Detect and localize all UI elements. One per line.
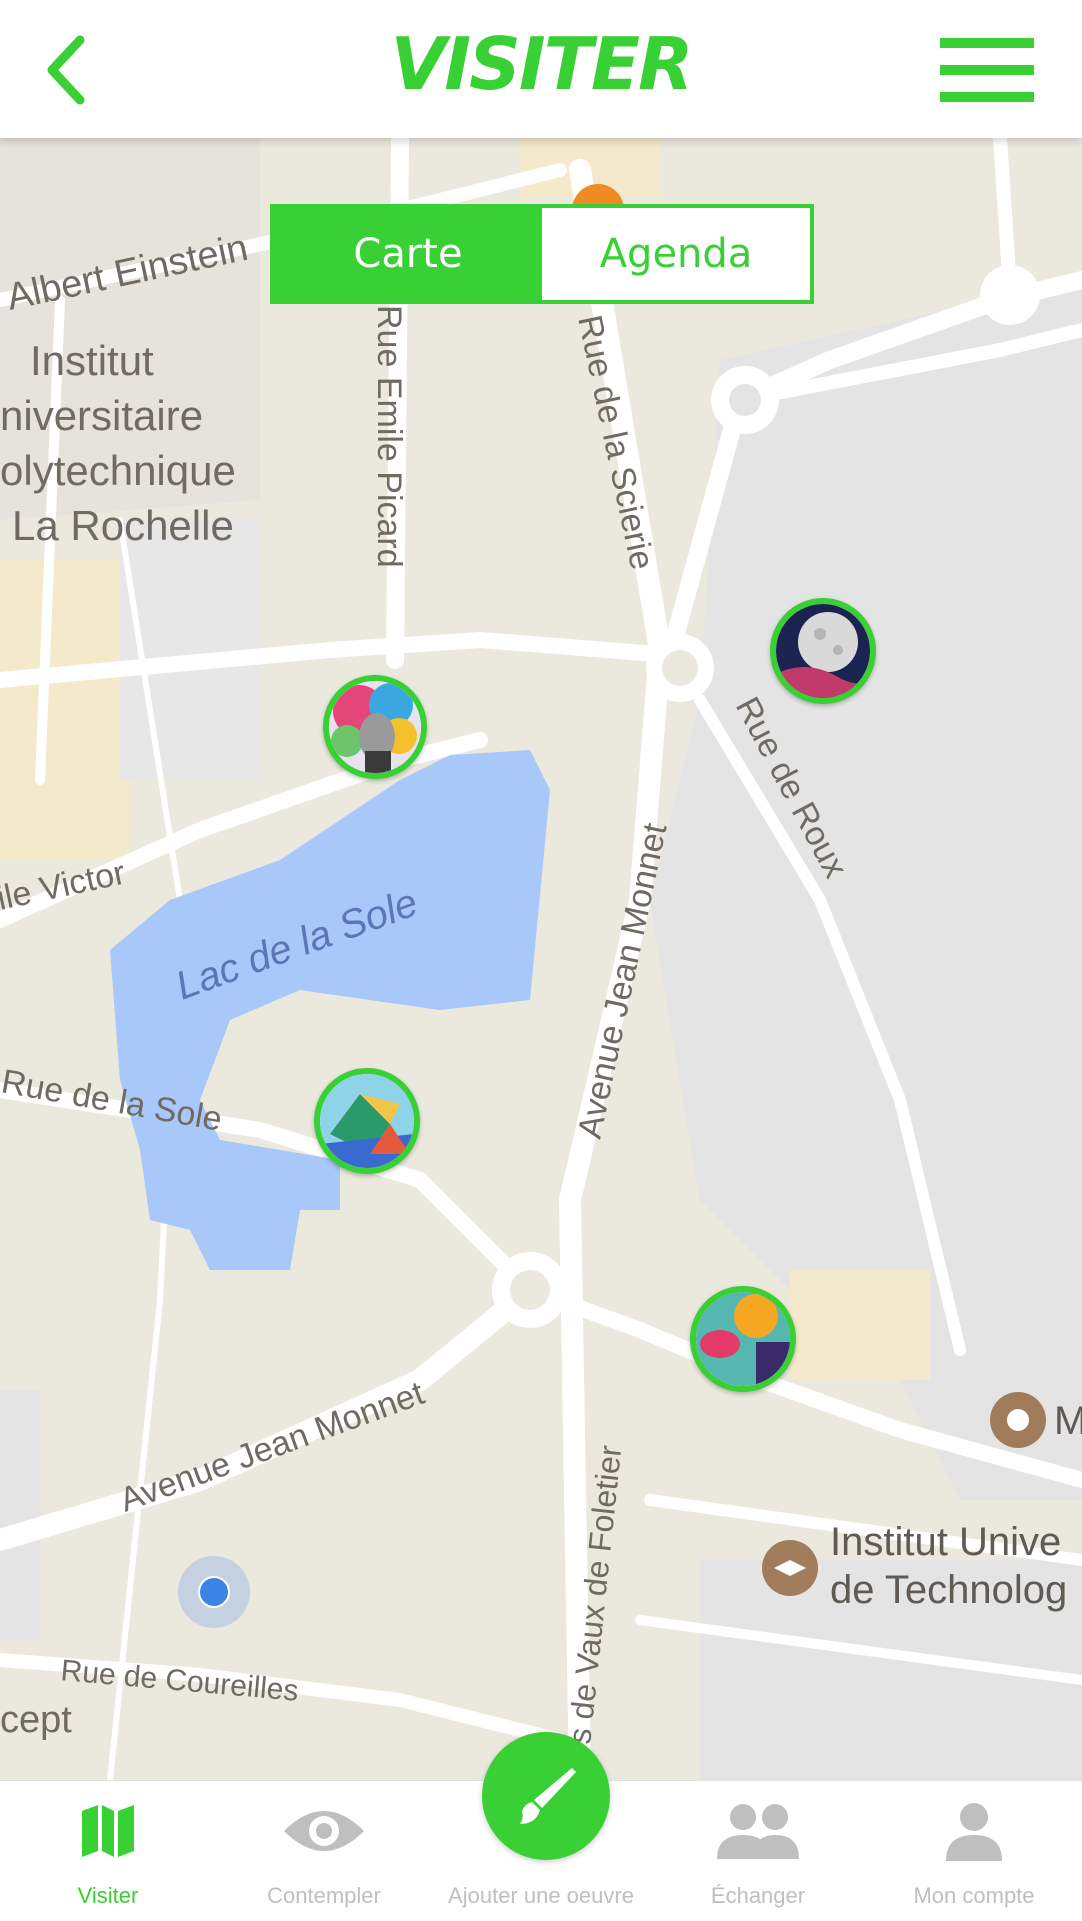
artwork-marker-moon[interactable]: [770, 598, 876, 704]
nav-label-contempler: Contempler: [267, 1883, 381, 1908]
nav-mon-compte[interactable]: Mon compte: [866, 1781, 1082, 1921]
artwork-marker-geometric[interactable]: [314, 1068, 420, 1174]
nav-visiter[interactable]: Visiter: [0, 1781, 216, 1921]
nav-label-echanger: Échanger: [710, 1883, 806, 1908]
paintbrush-icon: [520, 1768, 576, 1824]
nav-label-visiter: Visiter: [77, 1883, 139, 1908]
map-label-iut-2: de Technolog: [830, 1568, 1067, 1612]
nav-contempler[interactable]: Contempler: [216, 1781, 432, 1921]
artwork-marker-portrait[interactable]: [323, 675, 427, 779]
nav-label-mon-compte: Mon compte: [913, 1883, 1035, 1908]
tab-agenda[interactable]: Agenda: [542, 208, 810, 300]
nav-label-ajouter-une-oeuvre: Ajouter une oeuvre: [448, 1883, 634, 1908]
tab-carte[interactable]: Carte: [274, 208, 542, 300]
map-label-cept: cept: [0, 1699, 72, 1741]
eye-icon: [284, 1811, 364, 1851]
map-icon: [82, 1805, 134, 1857]
portrait-artwork-thumbnail: [329, 681, 421, 773]
hamburger-menu-icon: [940, 38, 1034, 48]
view-toggle: Carte Agenda: [270, 204, 814, 304]
graffiti-artwork-thumbnail: [696, 1292, 790, 1386]
map-label-iup-1: Institut: [30, 337, 154, 384]
current-location-dot: [178, 1556, 250, 1628]
menu-button[interactable]: [940, 38, 1034, 102]
map-label-iup-3: olytechnique: [0, 447, 236, 494]
geometric-artwork-thumbnail: [320, 1074, 414, 1168]
nav-echanger[interactable]: Échanger: [650, 1781, 866, 1921]
people-icon: [717, 1804, 799, 1859]
map-label-m: M: [1054, 1399, 1082, 1443]
moon-artwork-thumbnail: [776, 604, 870, 698]
map-label-iup-4: La Rochelle: [12, 502, 234, 549]
map-label-rue-emile-picard: Rue Emile Picard: [370, 305, 408, 568]
add-artwork-button[interactable]: [482, 1732, 610, 1860]
person-icon: [946, 1803, 1002, 1861]
map-label-iut-1: Institut Unive: [830, 1520, 1061, 1564]
page-title: VISITER: [390, 22, 694, 106]
app-header: VISITER: [0, 0, 1082, 138]
map-canvas: Albert Einstein Institut niversitaire ol…: [0, 138, 1082, 1780]
map-view[interactable]: Albert Einstein Institut niversitaire ol…: [0, 138, 1082, 1780]
map-label-iup-2: niversitaire: [0, 392, 203, 439]
artwork-marker-graffiti[interactable]: [690, 1286, 796, 1392]
